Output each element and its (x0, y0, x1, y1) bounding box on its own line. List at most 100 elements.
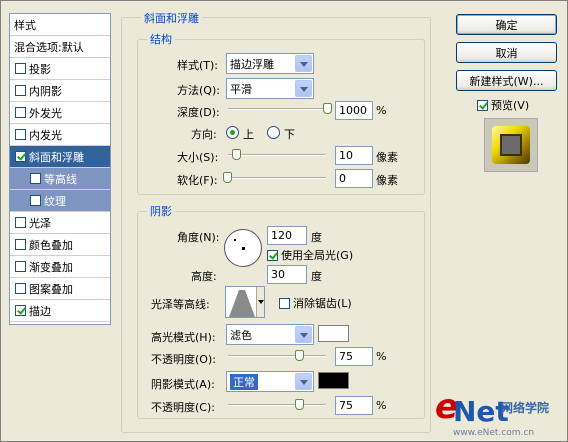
preview-checkbox[interactable] (477, 99, 488, 111)
sidebar-item-checkbox[interactable] (15, 151, 26, 162)
sidebar-item-10[interactable]: 渐变叠加 (10, 256, 110, 278)
new-style-button[interactable]: 新建样式(W)... (456, 70, 557, 91)
shadow-opacity-input[interactable]: 75 (335, 396, 373, 415)
sidebar-item-8[interactable]: 光泽 (10, 212, 110, 234)
technique-select[interactable]: 平滑 (226, 78, 314, 99)
direction-up-radio[interactable] (226, 126, 239, 139)
antialiased-option[interactable]: 消除锯齿(L) (279, 295, 352, 311)
sidebar-item-0[interactable]: 混合选项:默认 (10, 36, 110, 58)
watermark-cn: 网络学院 (501, 401, 550, 415)
sidebar-item-12[interactable]: 描边 (10, 300, 110, 322)
global-light-checkbox[interactable] (267, 249, 278, 261)
highlight-opacity-slider[interactable] (228, 350, 326, 362)
slider-thumb[interactable] (223, 172, 232, 183)
shadow-mode-value: 正常 (230, 373, 258, 390)
sidebar-item-checkbox[interactable] (15, 85, 26, 96)
contour-curve-icon (229, 290, 255, 317)
layer-style-dialog: 样式 混合选项:默认 投影 内阴影 外发光 内发光 斜面和浮雕 等高线 纹理 光泽 颜色叠加 渐变叠… (0, 0, 568, 442)
sidebar-item-checkbox[interactable] (15, 239, 26, 250)
sidebar-item-1[interactable]: 投影 (10, 58, 110, 80)
depth-unit: % (376, 104, 387, 117)
slider-thumb[interactable] (295, 399, 304, 410)
sidebar-item-checkbox[interactable] (15, 107, 26, 118)
sidebar-item-label: 颜色叠加 (29, 238, 73, 252)
angle-value: 120 (271, 229, 292, 242)
slider-thumb[interactable] (295, 350, 304, 361)
shadow-mode-select[interactable]: 正常 (226, 371, 314, 392)
sidebar-item-6[interactable]: 等高线 (10, 168, 110, 190)
sidebar-item-label: 内发光 (29, 128, 62, 142)
angle-dial-pointer (234, 239, 236, 241)
depth-value: 1000 (339, 104, 367, 117)
preview-label: 预览(V) (491, 99, 530, 112)
contour-dropdown-arrow[interactable] (256, 287, 264, 317)
chevron-down-icon (295, 373, 312, 390)
angle-input[interactable]: 120 (267, 226, 307, 245)
shadow-color-swatch[interactable] (318, 372, 349, 389)
sidebar-item-checkbox[interactable] (30, 173, 41, 184)
global-light-option[interactable]: 使用全局光(G) (267, 247, 353, 263)
angle-dial[interactable] (224, 229, 262, 267)
sidebar-item-5[interactable]: 斜面和浮雕 (10, 146, 110, 168)
cancel-button-label: 取消 (495, 46, 518, 60)
sidebar-item-checkbox[interactable] (15, 305, 26, 316)
sidebar-item-11[interactable]: 图案叠加 (10, 278, 110, 300)
sidebar-item-label: 投影 (29, 62, 51, 76)
antialiased-checkbox[interactable] (279, 297, 290, 309)
soften-input[interactable]: 0 (335, 169, 373, 188)
gloss-contour-label: 光泽等高线: (151, 298, 210, 311)
preview-bevel-frame (492, 126, 530, 164)
ok-button[interactable]: 确定 (456, 14, 557, 35)
altitude-input[interactable]: 30 (267, 265, 307, 284)
style-list-header[interactable]: 样式 (10, 14, 110, 36)
depth-slider[interactable] (228, 103, 332, 115)
preview-option[interactable]: 预览(V) (477, 97, 529, 113)
slider-track (223, 177, 326, 179)
sidebar-item-checkbox[interactable] (15, 63, 26, 74)
sidebar-item-checkbox[interactable] (30, 195, 41, 206)
cancel-button[interactable]: 取消 (456, 42, 557, 63)
highlight-mode-select[interactable]: 滤色 (226, 324, 314, 345)
sidebar-item-2[interactable]: 内阴影 (10, 80, 110, 102)
sidebar-item-4[interactable]: 内发光 (10, 124, 110, 146)
gloss-contour-picker[interactable] (225, 286, 265, 318)
sidebar-item-label: 内阴影 (29, 84, 62, 98)
direction-down-label[interactable]: 下 (284, 126, 295, 142)
new-style-button-label: 新建样式(W)... (469, 74, 544, 88)
shadow-opacity-value: 75 (339, 399, 353, 412)
sidebar-item-9[interactable]: 颜色叠加 (10, 234, 110, 256)
sidebar-item-label: 等高线 (44, 172, 77, 186)
bevel-emboss-legend: 斜面和浮雕 (141, 10, 202, 26)
shadow-opacity-label: 不透明度(C): (151, 401, 215, 414)
slider-thumb[interactable] (232, 149, 241, 160)
shadow-opacity-slider[interactable] (228, 399, 326, 411)
sidebar-item-7[interactable]: 纹理 (10, 190, 110, 212)
soften-slider[interactable] (223, 172, 326, 184)
antialiased-label: 消除锯齿(L) (293, 297, 352, 310)
sidebar-item-checkbox[interactable] (15, 261, 26, 272)
sidebar-item-checkbox[interactable] (15, 217, 26, 228)
preview-inner-square (500, 134, 522, 156)
depth-input[interactable]: 1000 (335, 101, 373, 120)
direction-up-label[interactable]: 上 (243, 126, 254, 142)
size-input[interactable]: 10 (335, 146, 373, 165)
highlight-opacity-input[interactable]: 75 (335, 347, 373, 366)
direction-down-radio[interactable] (267, 126, 280, 139)
technique-label: 方法(Q): (177, 84, 220, 97)
slider-track (228, 355, 326, 357)
soften-value: 0 (339, 172, 346, 185)
slider-thumb[interactable] (323, 103, 332, 114)
direction-label: 方向: (191, 128, 217, 141)
soften-unit: 像素 (376, 174, 398, 187)
style-select[interactable]: 描边浮雕 (226, 53, 314, 74)
highlight-opacity-label: 不透明度(O): (151, 353, 216, 366)
sidebar-item-checkbox[interactable] (15, 283, 26, 294)
style-select-value: 描边浮雕 (230, 57, 274, 71)
altitude-label: 高度: (191, 270, 217, 283)
size-slider[interactable] (228, 149, 326, 161)
sidebar-item-checkbox[interactable] (15, 129, 26, 140)
sidebar-item-3[interactable]: 外发光 (10, 102, 110, 124)
sidebar-item-label: 描边 (29, 304, 51, 318)
highlight-color-swatch[interactable] (318, 325, 349, 342)
altitude-unit: 度 (311, 270, 322, 283)
